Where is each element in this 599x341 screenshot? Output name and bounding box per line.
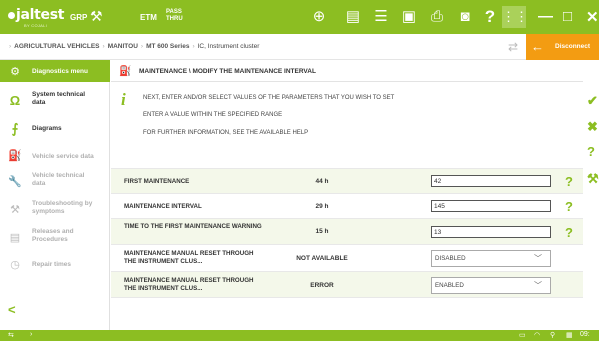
clock-time: 09: — [580, 331, 590, 338]
arrow-left-icon: ← — [531, 39, 544, 54]
wrench-icon[interactable]: ⚒ — [90, 8, 103, 25]
sidebar: ⚙ Diagnostics menu Ω System technical da… — [0, 60, 110, 330]
top-bar: jaltest BY COJALI GRP ⚒ ETM PASS THRU ⊕ ▤… — [0, 0, 599, 34]
chevron-down-icon: ﹀ — [534, 281, 542, 290]
help-icon[interactable]: ? — [565, 225, 573, 240]
parameter-row: TIME TO THE FIRST MAINTENANCE WARNING 15… — [111, 218, 583, 244]
pass-thru-button[interactable]: PASS THRU — [166, 9, 183, 23]
breadcrumb-bar: › AGRICULTURAL VEHICLES › MANITOU › MT 600 Se… — [0, 34, 599, 60]
sidebar-item-releases-procedures[interactable]: ▤ Releases and Procedures — [0, 224, 110, 250]
search-icon: ⚲ — [550, 332, 556, 339]
parameter-row: FIRST MAINTENANCE 44 h ? — [111, 168, 583, 193]
breadcrumb-item: IC, Instrument cluster — [197, 43, 260, 50]
breadcrumb-item[interactable]: AGRICULTURAL VEHICLES — [14, 43, 99, 50]
grid-icon[interactable]: ⋮⋮ — [502, 6, 528, 28]
info-text: ENTER A VALUE WITHIN THE SPECIFIED RANGE — [143, 112, 283, 118]
etm-button[interactable]: ETM — [140, 13, 157, 22]
sidebar-item-vehicle-technical-data[interactable]: 🔧 Vehicle technical data — [0, 168, 110, 194]
jaltest-logo: jaltest — [8, 7, 64, 23]
breadcrumb-item[interactable]: MANITOU — [108, 43, 138, 50]
diagram-icon: ⨍ — [11, 121, 19, 136]
collapse-sidebar-button[interactable]: < — [8, 302, 16, 317]
info-icon: i — [121, 90, 126, 109]
disconnect-button[interactable]: ← Disconnect — [526, 34, 599, 60]
sidebar-item-repair-times[interactable]: ◷ Repair times — [0, 253, 110, 275]
globe-icon[interactable]: ⊕ — [310, 9, 328, 24]
wifi-icon: ◠ — [534, 332, 541, 339]
parameter-name: MAINTENANCE MANUAL RESET THROUGH THE INS… — [124, 277, 254, 292]
document-icon: ▤ — [9, 232, 21, 244]
action-column: ✔ ✖ ? ⚒ — [583, 60, 599, 330]
parameter-select[interactable]: ENABLED ﹀ — [431, 277, 551, 294]
parameter-name: MAINTENANCE MANUAL RESET THROUGH THE INS… — [124, 250, 254, 265]
sidebar-item-diagrams[interactable]: ⨍ Diagrams — [0, 117, 110, 139]
breadcrumb-item[interactable]: MT 600 Series — [146, 43, 189, 50]
sidebar-item-troubleshooting[interactable]: ⚒ Troubleshooting by symptoms — [0, 196, 110, 222]
troubleshoot-icon: ⚒ — [10, 204, 20, 216]
battery-icon[interactable]: ▣ — [400, 9, 418, 24]
parameter-name: TIME TO THE FIRST MAINTENANCE WARNING — [124, 223, 262, 230]
parameter-current-value: NOT AVAILABLE — [296, 255, 348, 262]
connection-icon: ⇄ — [508, 40, 519, 54]
main-panel: ⛽ MAINTENANCE \ MODIFY THE MAINTENANCE I… — [111, 60, 583, 330]
sidebar-item-vehicle-service-data[interactable]: ⛽ Vehicle service data — [0, 144, 110, 166]
sidebar-item-system-technical-data[interactable]: Ω System technical data — [0, 86, 110, 114]
chevron-down-icon: ﹀ — [534, 254, 542, 263]
check-icon[interactable]: ✔ — [587, 93, 598, 109]
parameter-current-value: 29 h — [315, 203, 329, 210]
page-title: MAINTENANCE \ MODIFY THE MAINTENANCE INT… — [139, 68, 316, 75]
cancel-icon[interactable]: ✖ — [587, 119, 598, 135]
parameter-input[interactable] — [431, 226, 551, 238]
help-icon[interactable]: ? — [587, 144, 595, 159]
logo-subtitle: BY COJALI — [24, 23, 48, 28]
parameter-name: MAINTENANCE INTERVAL — [124, 203, 202, 210]
parameter-current-value: 15 h — [315, 228, 329, 235]
grp-button[interactable]: GRP — [70, 13, 87, 22]
help-icon[interactable]: ? — [565, 199, 573, 214]
ohm-icon: Ω — [9, 93, 21, 108]
connection-status-icon: ⇆ — [8, 332, 14, 339]
page-title-bar: ⛽ MAINTENANCE \ MODIFY THE MAINTENANCE I… — [111, 60, 583, 82]
printer-icon[interactable]: ⎙ — [428, 9, 446, 24]
calendar-icon: ▦ — [566, 332, 573, 339]
list-icon[interactable]: ☰ — [372, 9, 390, 24]
parameter-row: MAINTENANCE MANUAL RESET THROUGH THE INS… — [111, 271, 583, 298]
clock-icon: ◷ — [10, 259, 20, 271]
minimize-icon[interactable]: — — [538, 8, 553, 25]
parameter-current-value: ERROR — [310, 282, 334, 289]
help-icon[interactable]: ? — [565, 174, 573, 189]
camera-icon[interactable]: ◙ — [456, 9, 474, 24]
breadcrumb: › AGRICULTURAL VEHICLES › MANITOU › MT 600 Se… — [9, 43, 260, 50]
help-icon[interactable]: ? — [481, 8, 499, 25]
chevron-right-icon: › — [30, 331, 33, 338]
battery-icon: ▭ — [519, 332, 526, 339]
info-text: NEXT, ENTER AND/OR SELECT VALUES OF THE … — [143, 95, 395, 101]
wrench-icon: 🔧 — [8, 176, 22, 188]
parameter-input[interactable] — [431, 200, 551, 212]
wrench-icon[interactable]: ⚒ — [587, 171, 599, 187]
info-text: FOR FURTHER INFORMATION, SEE THE AVAILAB… — [143, 130, 309, 136]
sidebar-item-diagnostics-menu[interactable]: ⚙ Diagnostics menu — [0, 60, 110, 82]
oil-can-icon: ⛽ — [119, 66, 132, 77]
parameter-row: MAINTENANCE MANUAL RESET THROUGH THE INS… — [111, 244, 583, 271]
parameter-row: MAINTENANCE INTERVAL 29 h ? — [111, 193, 583, 218]
oil-can-icon: ⛽ — [8, 150, 22, 162]
document-icon[interactable]: ▤ — [344, 9, 362, 24]
diagnostics-icon: ⚙ — [10, 66, 20, 78]
maximize-icon[interactable]: □ — [563, 8, 572, 25]
parameter-select[interactable]: DISABLED ﹀ — [431, 250, 551, 267]
parameter-name: FIRST MAINTENANCE — [124, 178, 190, 185]
parameter-input[interactable] — [431, 175, 551, 187]
status-bar: ⇆ › ▭ ◠ ⚲ ▦ 09: — [0, 330, 599, 341]
parameter-current-value: 44 h — [315, 178, 329, 185]
close-icon[interactable]: ✕ — [586, 8, 599, 26]
